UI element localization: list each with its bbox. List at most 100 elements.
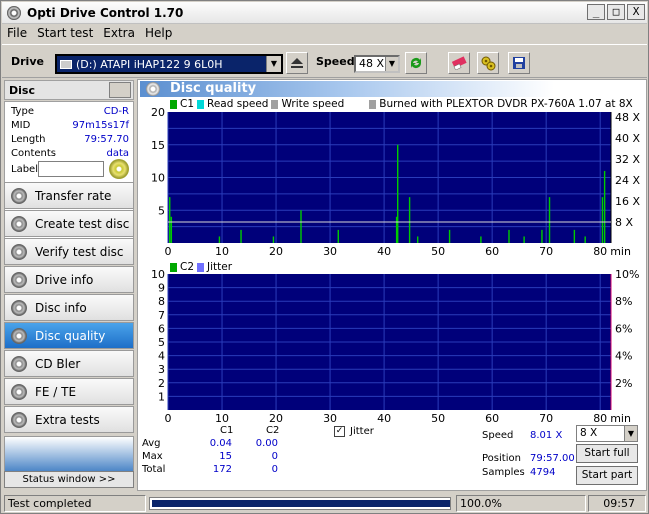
- speed-select[interactable]: 48 X ▼: [354, 55, 400, 73]
- menu-extra[interactable]: Extra: [98, 26, 140, 40]
- erase-button[interactable]: [448, 52, 470, 74]
- nav-verify-test-disc[interactable]: Verify test disc: [4, 238, 134, 265]
- title-bar[interactable]: Opti Drive Control 1.70 _ □ X: [2, 2, 647, 24]
- x-unit-label: min: [610, 245, 631, 258]
- chevron-down-icon[interactable]: ▼: [385, 57, 398, 71]
- status-percent: 100.0%: [456, 495, 586, 512]
- c1-bar: [169, 197, 171, 243]
- start-full-button[interactable]: Start full: [576, 444, 638, 463]
- y2-tick-label: 48 X: [615, 111, 640, 124]
- refresh-button[interactable]: [405, 52, 427, 74]
- jitter-checkbox-row[interactable]: ✓ Jitter: [334, 426, 374, 437]
- disc-icon: [11, 327, 27, 344]
- close-button[interactable]: X: [627, 4, 645, 20]
- y-tick-label: 15: [151, 139, 165, 152]
- nav-label: Transfer rate: [35, 188, 112, 203]
- y2-tick-label: 2%: [615, 377, 632, 390]
- y2-tick-label: 4%: [615, 350, 632, 363]
- disc-quality-icon: [146, 82, 160, 96]
- status-window-button[interactable]: Status window >>: [4, 471, 134, 488]
- nav-label: Drive info: [35, 272, 94, 287]
- nav-transfer-rate[interactable]: Transfer rate: [4, 182, 134, 209]
- nav-drive-info[interactable]: Drive info: [4, 266, 134, 293]
- x-tick-label: 70: [539, 245, 553, 258]
- disc-header-button[interactable]: [109, 82, 131, 98]
- menu-file[interactable]: File: [2, 26, 32, 40]
- stats-max-c2: 0: [271, 451, 278, 462]
- y-tick-label: 6: [158, 322, 165, 335]
- x-unit-label: min: [610, 412, 631, 425]
- nav-label: CD Bler: [35, 356, 81, 371]
- nav-disc-quality[interactable]: Disc quality: [4, 322, 134, 349]
- save-icon: [513, 57, 525, 69]
- c1-bar: [541, 229, 543, 243]
- nav-create-test-disc[interactable]: Create test disc: [4, 210, 134, 237]
- disc-icon: [11, 299, 27, 316]
- disc-icon: [11, 383, 27, 400]
- x-tick-label: 40: [377, 245, 391, 258]
- disc-label-button[interactable]: [109, 159, 129, 179]
- c1-bar: [397, 144, 399, 243]
- x-tick-label: 70: [539, 412, 553, 425]
- nav-extra-tests[interactable]: Extra tests: [4, 406, 134, 433]
- chevron-down-icon[interactable]: ▼: [266, 56, 281, 72]
- drive-select[interactable]: (D:) ATAPI iHAP122 9 6L0H ▼: [55, 54, 283, 74]
- y-tick-label: 1: [158, 390, 165, 403]
- chevron-down-icon[interactable]: ▼: [624, 426, 637, 441]
- y2-tick-label: 16 X: [615, 195, 640, 208]
- nav-fe-te[interactable]: FE / TE: [4, 378, 134, 405]
- jitter-label: Jitter: [350, 426, 374, 437]
- c1-bar: [408, 197, 411, 243]
- nav-label: FE / TE: [35, 384, 77, 399]
- c1-bar: [573, 229, 576, 243]
- c2-chart: 0 10 20 30 40 50 60 70 80 min123456789102%4%6%8%1…: [151, 270, 639, 425]
- disc-icon: [11, 243, 27, 260]
- maximize-button[interactable]: □: [607, 4, 625, 20]
- label-input[interactable]: [38, 161, 104, 177]
- menu-help[interactable]: Help: [140, 26, 177, 40]
- info-row-length: Length 79:57.70: [11, 134, 129, 145]
- x-tick-label: 40: [377, 412, 391, 425]
- c1-bar: [218, 236, 221, 243]
- stats-total-c2: 0: [271, 464, 278, 475]
- c1-bar: [603, 170, 606, 243]
- x-tick-label: 20: [269, 412, 283, 425]
- disc-header: Disc: [4, 80, 134, 100]
- settings-button[interactable]: [477, 52, 499, 74]
- sidebar: Disc Type CD-R MID 97m15s17f Length 79:57.7…: [4, 80, 134, 490]
- nav-cd-bler[interactable]: CD Bler: [4, 350, 134, 377]
- y-tick-label: 9: [158, 282, 165, 295]
- app-window: Opti Drive Control 1.70 _ □ X File Start…: [0, 0, 649, 514]
- menu-start-test[interactable]: Start test: [32, 26, 98, 40]
- disc-header-label: Disc: [9, 84, 35, 97]
- drive-icon: [60, 59, 72, 69]
- disc-icon: [11, 215, 27, 232]
- c1-bar: [548, 197, 551, 243]
- start-part-button[interactable]: Start part: [576, 466, 638, 485]
- minimize-button[interactable]: _: [587, 4, 605, 20]
- x-tick-label: 10: [215, 412, 229, 425]
- save-button[interactable]: [508, 52, 530, 74]
- y-tick-label: 7: [158, 309, 165, 322]
- jitter-checkbox[interactable]: ✓: [334, 426, 345, 437]
- test-speed-select[interactable]: 8 X ▼: [576, 425, 638, 442]
- speed-stat-label: Speed: [482, 430, 514, 441]
- disc-icon: [11, 271, 27, 288]
- toolbar: Drive (D:) ATAPI iHAP122 9 6L0H ▼ Speed …: [2, 44, 647, 78]
- samples-label: Samples: [482, 467, 525, 478]
- eraser-icon: [451, 56, 467, 70]
- nav-label: Disc quality: [35, 328, 106, 343]
- c1-bar: [448, 229, 451, 243]
- eject-button[interactable]: [286, 52, 308, 74]
- nav-disc-info[interactable]: Disc info: [4, 294, 134, 321]
- nav-label: Disc info: [35, 300, 87, 315]
- test-speed-value: 8 X: [580, 427, 598, 439]
- samples-value: 4794: [530, 467, 556, 478]
- stats-total-label: Total: [142, 464, 166, 475]
- y-tick-label: 10: [151, 172, 165, 185]
- stats-header-c1: C1: [220, 425, 234, 436]
- drive-label: Drive: [11, 55, 44, 68]
- info-row-contents: Contents data: [11, 148, 129, 159]
- c1-chart: 0 10 20 30 40 50 60 70 80 min 5 10 15 20 8 X 16 X 24 X 32…: [151, 108, 640, 258]
- c1-bar: [170, 216, 173, 243]
